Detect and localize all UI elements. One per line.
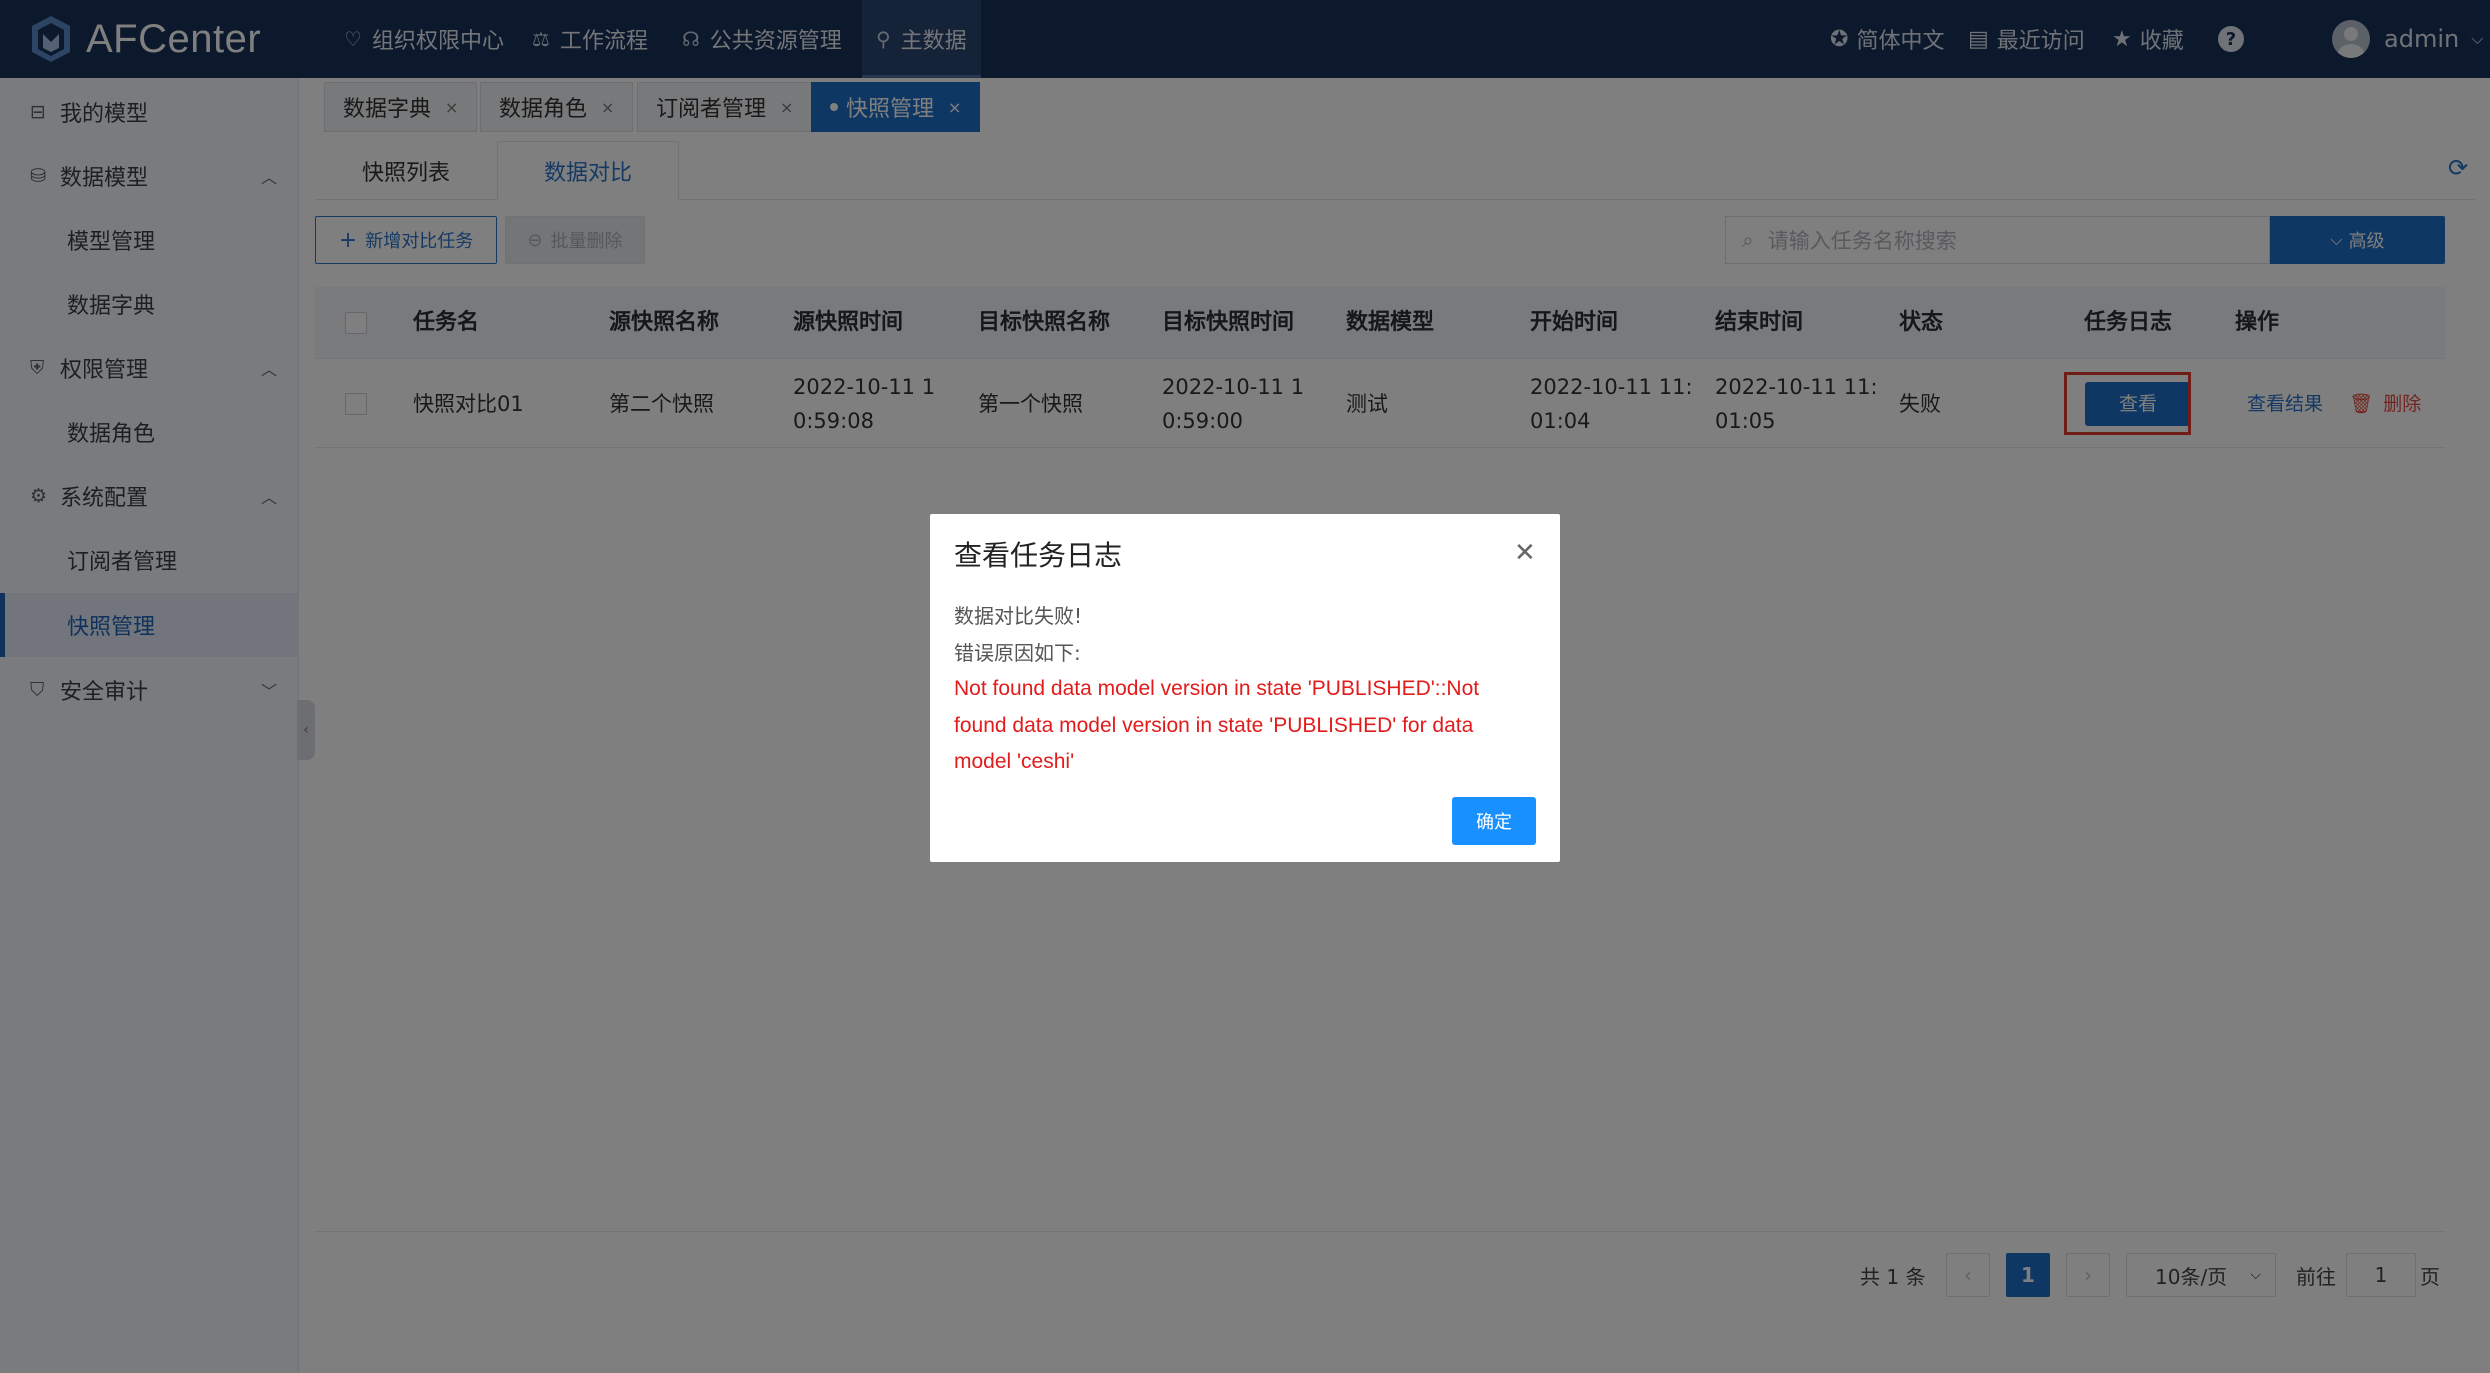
error-line: found data model version in state 'PUBLI… bbox=[954, 713, 1474, 737]
dialog-title: 查看任务日志 bbox=[954, 539, 1123, 572]
error-line: model 'ceshi' bbox=[954, 750, 1075, 773]
error-message: Not found data model version in state 'P… bbox=[954, 671, 1534, 781]
task-log-dialog: 查看任务日志 ✕ 数据对比失败! 错误原因如下: Not found data … bbox=[930, 514, 1560, 862]
dialog-line: 错误原因如下: bbox=[954, 640, 1081, 665]
error-line: Not found data model version in state 'P… bbox=[954, 677, 1480, 700]
dialog-line: 数据对比失败! bbox=[954, 604, 1083, 628]
dialog-body: 数据对比失败! 错误原因如下: Not found data model ver… bbox=[954, 598, 1534, 781]
confirm-button[interactable]: 确定 bbox=[1452, 797, 1536, 845]
close-icon[interactable]: ✕ bbox=[1514, 540, 1536, 566]
